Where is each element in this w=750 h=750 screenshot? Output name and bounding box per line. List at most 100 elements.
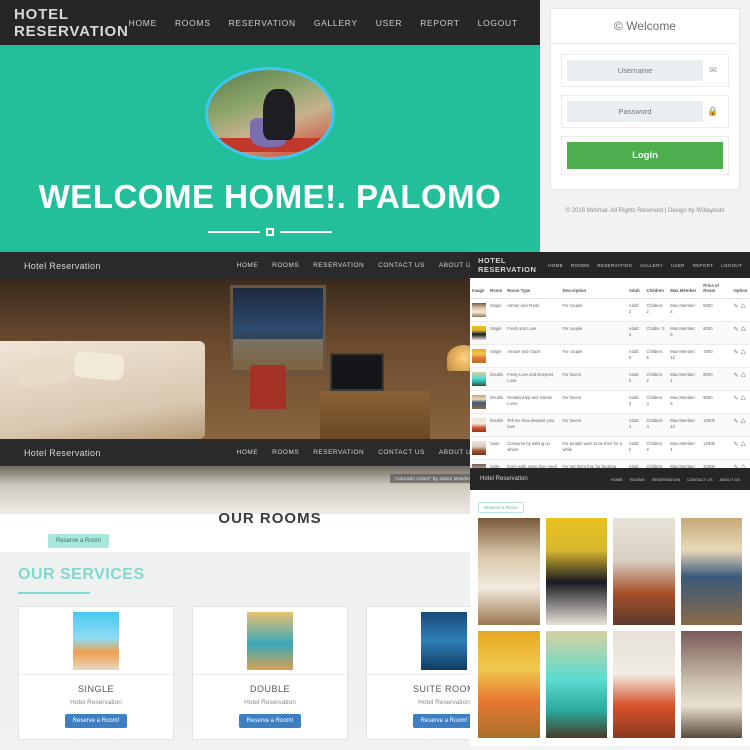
password-input[interactable] bbox=[567, 101, 703, 122]
cell-room: Suite bbox=[488, 436, 506, 460]
table-row[interactable]: Double Relationship and Harder Lover For… bbox=[470, 390, 750, 414]
col-adult: Adult bbox=[626, 278, 645, 299]
copyright-text: © 2016 Minimal. All Rights Reserved | De… bbox=[565, 208, 725, 214]
table-row[interactable]: Double Fresy Love and Deepest Love For l… bbox=[470, 367, 750, 391]
top-nav-item-logout[interactable]: LOGOUT bbox=[478, 18, 518, 28]
col-room-type: Room Type bbox=[505, 278, 561, 299]
delete-icon[interactable]: ♺ bbox=[741, 304, 746, 310]
cell-room-type: Fresy Love and Deepest Love bbox=[505, 367, 561, 391]
edit-icon[interactable]: ✎ bbox=[734, 304, 739, 310]
username-input[interactable] bbox=[567, 60, 703, 81]
login-button-row: Login bbox=[561, 136, 729, 175]
row-thumb bbox=[470, 436, 488, 460]
room-thumb-icon bbox=[472, 349, 486, 363]
secondary-nav-item-reservation[interactable]: RESERVATION bbox=[313, 262, 364, 269]
service-subtitle-double: Hotel Reservation bbox=[244, 699, 296, 706]
reserve-button-double[interactable]: Reserve a Room! bbox=[238, 714, 302, 728]
table-row[interactable]: Single Amaze and Glaze For couple Adult:… bbox=[470, 344, 750, 368]
table-row[interactable]: Double Tell me how deepest your love For… bbox=[470, 413, 750, 437]
col-max-member: Max Member bbox=[668, 278, 702, 299]
gallery-thumb[interactable] bbox=[478, 631, 540, 738]
admin-nav-item-report[interactable]: REPORT bbox=[693, 263, 713, 268]
secondary-nav-item-home[interactable]: HOME bbox=[237, 262, 259, 269]
gallery-thumb[interactable] bbox=[680, 631, 742, 738]
gallery-thumb[interactable] bbox=[613, 631, 675, 738]
cell-room-type: Fresh and Love bbox=[505, 321, 561, 345]
cell-option: ✎♺ bbox=[731, 390, 750, 414]
table-row[interactable]: Single Atmon and Fresh For couple Adult:… bbox=[470, 298, 750, 322]
gallery-nav-item-about[interactable]: ABOUT US bbox=[720, 477, 740, 482]
delete-icon[interactable]: ♺ bbox=[741, 373, 746, 379]
top-nav-item-user[interactable]: USER bbox=[376, 18, 402, 28]
reserve-button-suite[interactable]: Reserve a Room! bbox=[412, 714, 476, 728]
cell-option: ✎♺ bbox=[731, 321, 750, 345]
delete-icon[interactable]: ♺ bbox=[741, 327, 746, 333]
secondary-nav-item-rooms[interactable]: ROOMS bbox=[272, 262, 299, 269]
gallery-thumb[interactable] bbox=[478, 518, 540, 625]
secondary-nav-item-contact[interactable]: CONTACT US bbox=[378, 262, 425, 269]
cell-adult: Adult: 2 bbox=[626, 436, 645, 460]
login-button[interactable]: Login bbox=[567, 142, 723, 169]
divider-bar-right bbox=[280, 231, 332, 233]
top-nav-item-report[interactable]: REPORT bbox=[420, 18, 459, 28]
cell-price: 5000 bbox=[701, 298, 732, 322]
top-nav-item-reservation[interactable]: RESERVATION bbox=[229, 18, 296, 28]
edit-icon[interactable]: ✎ bbox=[734, 442, 739, 448]
cell-room: Double bbox=[488, 413, 506, 437]
edit-icon[interactable]: ✎ bbox=[734, 419, 739, 425]
hotel-room-photo bbox=[0, 279, 540, 439]
service-subtitle-single: Hotel Reservation bbox=[70, 699, 122, 706]
reserve-button-single[interactable]: Reserve a Room! bbox=[64, 714, 128, 728]
our-rooms-section: OUR ROOMS Reserve a Room bbox=[0, 510, 540, 552]
tertiary-navbar: Hotel Reservation HOME ROOMS RESERVATION… bbox=[0, 439, 540, 466]
admin-nav-item-home[interactable]: HOME bbox=[548, 263, 563, 268]
service-body-single: SINGLE Hotel Reservation Reserve a Room! bbox=[19, 675, 173, 739]
service-card-single[interactable]: SINGLE Hotel Reservation Reserve a Room! bbox=[18, 606, 174, 740]
table-row[interactable]: Single Fresh and Love For couple Adult: … bbox=[470, 321, 750, 345]
top-nav-item-gallery[interactable]: GALLERY bbox=[314, 18, 358, 28]
service-image-suite bbox=[421, 611, 467, 670]
tertiary-nav-item-home[interactable]: HOME bbox=[237, 449, 259, 456]
delete-icon[interactable]: ♺ bbox=[741, 419, 746, 425]
delete-icon[interactable]: ♺ bbox=[741, 442, 746, 448]
edit-icon[interactable]: ✎ bbox=[734, 396, 739, 402]
gallery-thumb[interactable] bbox=[545, 518, 607, 625]
gallery-thumb[interactable] bbox=[680, 518, 742, 625]
top-nav-item-home[interactable]: HOME bbox=[129, 18, 157, 28]
delete-icon[interactable]: ♺ bbox=[741, 396, 746, 402]
top-nav-item-rooms[interactable]: ROOMS bbox=[175, 18, 211, 28]
gallery-nav-item-rooms[interactable]: ROOMS bbox=[630, 477, 645, 482]
gallery-thumb[interactable] bbox=[613, 518, 675, 625]
gallery-nav-item-contact[interactable]: CONTACT US bbox=[687, 477, 713, 482]
col-price: Price of Room bbox=[701, 278, 732, 299]
tertiary-nav-item-rooms[interactable]: ROOMS bbox=[272, 449, 299, 456]
table-row[interactable]: Suite Consume by asking no where For peo… bbox=[470, 436, 750, 460]
tertiary-nav-item-contact[interactable]: CONTACT US bbox=[378, 449, 425, 456]
service-card-double[interactable]: DOUBLE Hotel Reservation Reserve a Room! bbox=[192, 606, 348, 740]
admin-nav-item-rooms[interactable]: ROOMS bbox=[571, 263, 590, 268]
admin-nav-item-gallery[interactable]: GALLERY bbox=[640, 263, 663, 268]
secondary-brand: Hotel Reservation bbox=[24, 260, 101, 271]
divider-bar-left bbox=[208, 231, 260, 233]
admin-rooms-panel: HOTEL RESERVATION HOME ROOMS RESERVATION… bbox=[470, 252, 750, 483]
gallery-nav-item-reservation[interactable]: RESERVATION bbox=[652, 477, 680, 482]
reserve-room-badge[interactable]: Reserve a Room bbox=[48, 534, 110, 548]
gallery-navbar: Hotel Reservation HOME ROOMS RESERVATION… bbox=[470, 468, 750, 490]
cell-price: 12000 bbox=[701, 436, 732, 460]
admin-nav-item-user[interactable]: USER bbox=[671, 263, 685, 268]
tertiary-nav-item-reservation[interactable]: RESERVATION bbox=[313, 449, 364, 456]
gallery-reserve-badge[interactable]: Reserve a Room bbox=[478, 502, 524, 513]
delete-icon[interactable]: ♺ bbox=[741, 350, 746, 356]
cell-children: Children: 5 bbox=[644, 344, 669, 368]
admin-nav-links: HOME ROOMS RESERVATION GALLERY USER REPO… bbox=[548, 263, 742, 268]
photo-watermark: "colorado colors" by Jason Mrachina bbox=[390, 474, 478, 483]
admin-nav-item-reservation[interactable]: RESERVATION bbox=[597, 263, 632, 268]
edit-icon[interactable]: ✎ bbox=[734, 373, 739, 379]
admin-nav-item-logout[interactable]: LOGOUT bbox=[721, 263, 742, 268]
cell-room-type: Relationship and Harder Lover bbox=[505, 390, 561, 414]
edit-icon[interactable]: ✎ bbox=[734, 327, 739, 333]
cell-option: ✎♺ bbox=[731, 413, 750, 437]
edit-icon[interactable]: ✎ bbox=[734, 350, 739, 356]
gallery-thumb[interactable] bbox=[545, 631, 607, 738]
gallery-nav-item-home[interactable]: HOME bbox=[611, 477, 623, 482]
